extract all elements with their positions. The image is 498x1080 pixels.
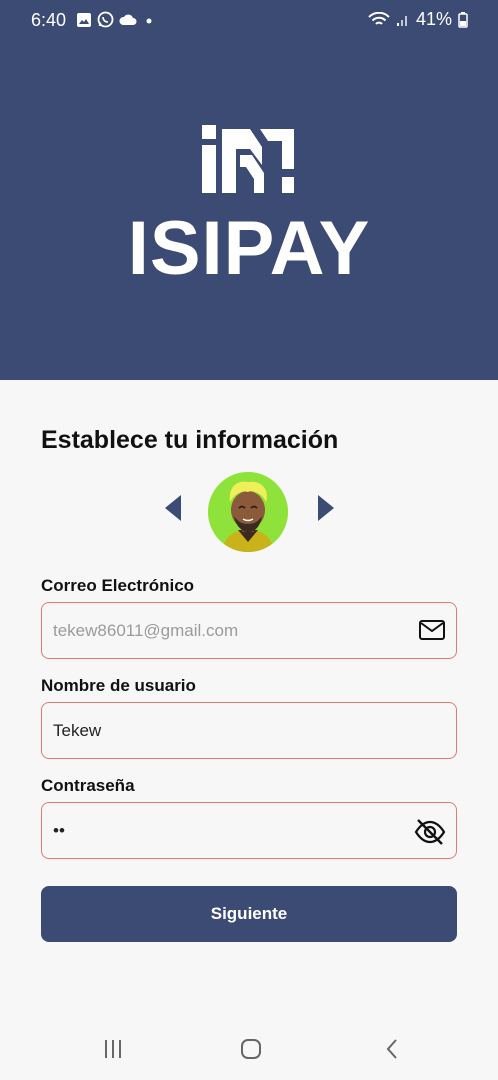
system-nav-bar <box>0 1020 498 1080</box>
next-button[interactable]: Siguiente <box>41 886 457 942</box>
email-field[interactable]: tekew86011@gmail.com <box>41 602 457 659</box>
chevron-right-icon[interactable] <box>316 494 336 522</box>
recent-apps-icon[interactable] <box>102 1038 124 1060</box>
cloud-icon <box>119 14 137 25</box>
wifi-icon <box>368 11 390 25</box>
mail-icon <box>419 620 445 640</box>
signal-icon <box>396 15 407 26</box>
header-banner: 6:40 41% ISIPAY <box>0 0 498 380</box>
battery-percent: 41% <box>415 9 452 29</box>
email-placeholder: tekew86011@gmail.com <box>53 621 239 640</box>
password-label: Contraseña <box>41 776 135 795</box>
back-icon[interactable] <box>382 1038 404 1060</box>
eye-off-icon[interactable] <box>414 817 446 847</box>
gallery-icon <box>77 12 91 27</box>
notification-icons <box>76 11 156 28</box>
avatar <box>208 472 288 552</box>
status-bar: 6:40 41% <box>0 0 498 40</box>
status-right: 41% <box>368 9 468 30</box>
username-field[interactable]: Tekew <box>41 702 457 759</box>
email-label: Correo Electrónico <box>41 576 195 595</box>
password-value: •• <box>53 821 65 840</box>
battery-icon <box>458 11 468 28</box>
page-title: Establece tu información <box>41 426 339 454</box>
password-field[interactable]: •• <box>41 802 457 859</box>
username-label: Nombre de usuario <box>41 676 196 695</box>
avatar-illustration <box>208 472 288 552</box>
avatar-selector <box>0 470 498 552</box>
status-time: 6:40 <box>31 10 67 30</box>
whatsapp-icon <box>97 11 114 28</box>
home-icon[interactable] <box>240 1038 262 1060</box>
username-value: Tekew <box>53 721 102 740</box>
dot-icon <box>146 18 152 23</box>
brand-name: ISIPAY <box>127 206 371 291</box>
chevron-left-icon[interactable] <box>163 494 183 522</box>
isipay-logo-icon <box>202 125 294 193</box>
